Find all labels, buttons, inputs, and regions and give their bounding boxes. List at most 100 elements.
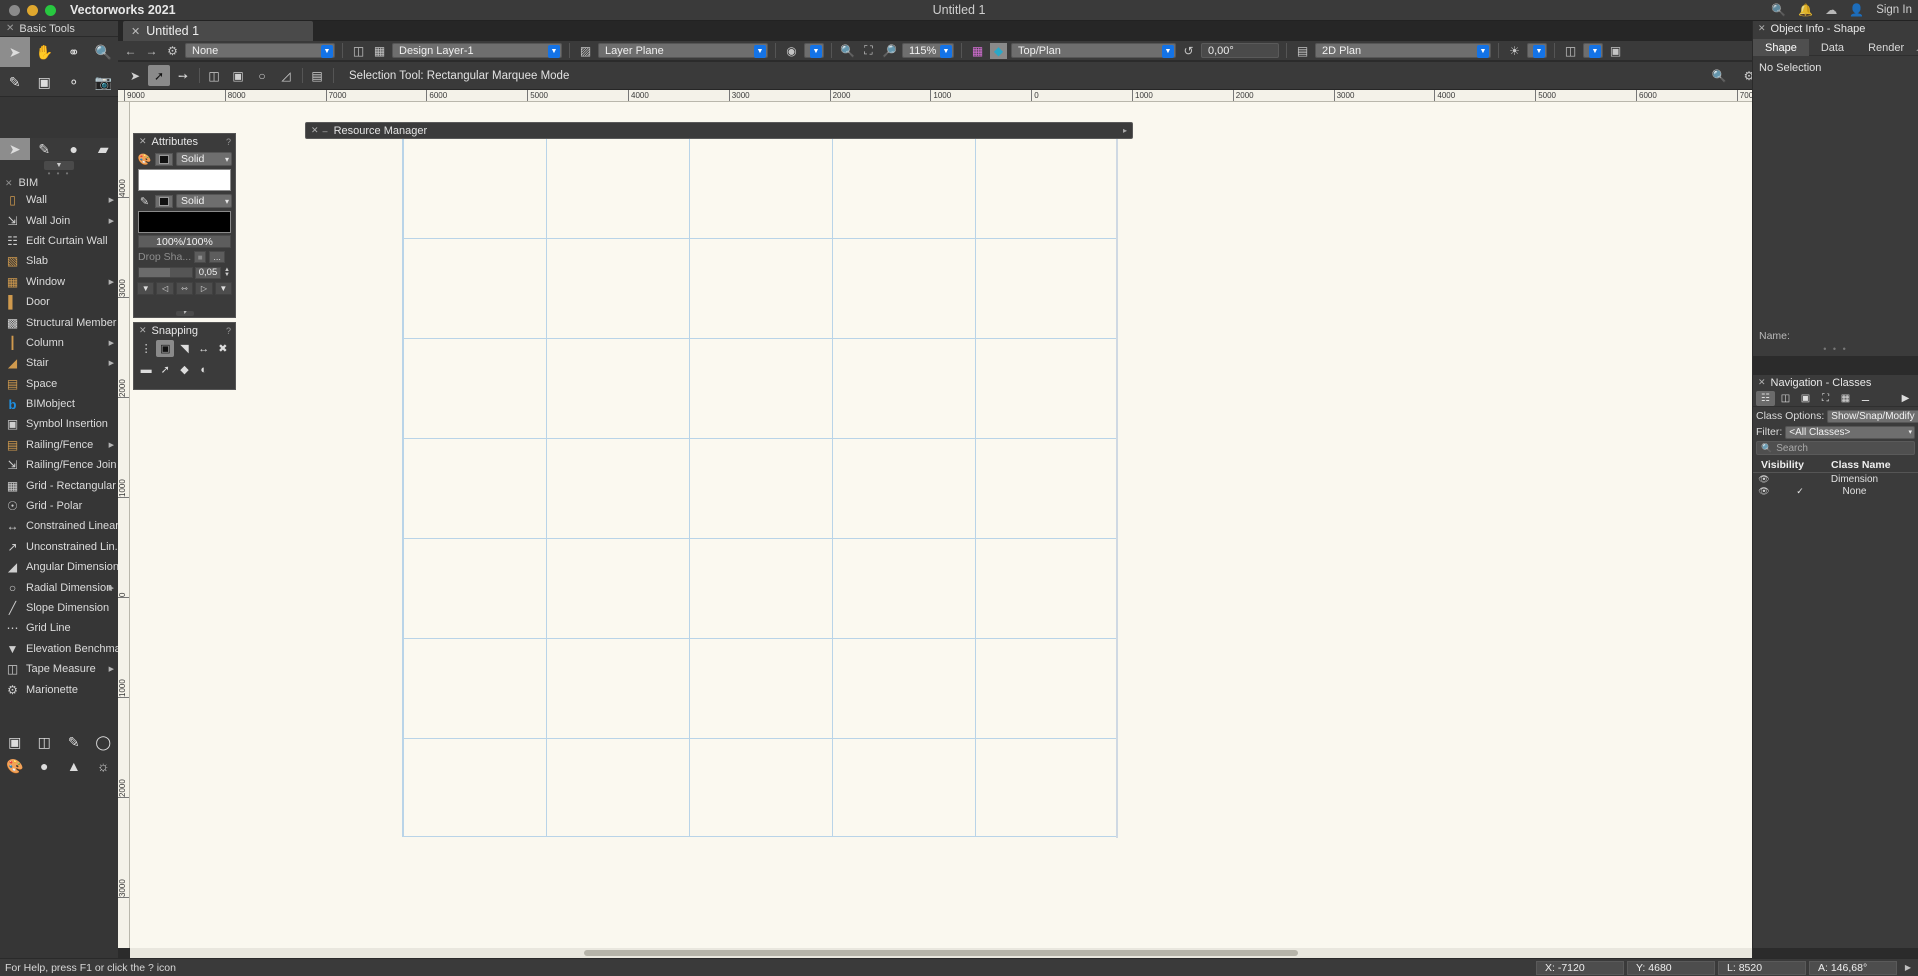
snap-angle-icon[interactable]: ◥ — [175, 340, 193, 357]
line-weight-slider[interactable] — [138, 267, 193, 278]
rect-marquee-icon[interactable]: ➚ — [148, 65, 170, 86]
close-icon[interactable]: ✕ — [6, 23, 14, 34]
selection-eye-icon[interactable]: ➤ — [0, 138, 30, 160]
fill-style-dropdown[interactable]: Solid ▾ — [176, 152, 232, 166]
pen-color-swatch[interactable] — [138, 211, 231, 233]
unified-view-dropdown[interactable]: ▼ — [804, 43, 824, 58]
plane-dropdown[interactable]: Layer Plane ▼ — [598, 43, 768, 58]
pen-icon[interactable]: ✎ — [30, 138, 60, 160]
view-dropdown[interactable]: Top/Plan ▼ — [1011, 43, 1176, 58]
class-options-dropdown[interactable]: Show/Snap/Modify O... ▾ — [1827, 409, 1918, 423]
classes-icon[interactable]: ☷ — [1756, 390, 1775, 406]
tab-render[interactable]: Render — [1856, 39, 1916, 56]
marquee-select-icon[interactable]: ➤ — [124, 65, 146, 86]
filter-dropdown[interactable]: <All Classes> ▾ — [1785, 425, 1915, 439]
close-icon[interactable]: ✕ — [139, 136, 147, 147]
magnifier-icon[interactable]: 🔎 — [881, 43, 898, 59]
palette-resize-handle[interactable]: ▾ — [134, 309, 235, 317]
chevron-right-icon[interactable]: ▶ — [109, 278, 114, 286]
snap-object-icon[interactable]: ▣ — [156, 340, 175, 357]
pen-tool-icon[interactable]: ✎ — [59, 730, 89, 754]
tab-shape[interactable]: Shape — [1753, 39, 1809, 56]
hand-icon[interactable]: ✋ — [30, 37, 60, 67]
paint-bucket-icon[interactable]: ● — [59, 138, 89, 160]
pointer-icon[interactable]: ➤ — [0, 37, 30, 67]
rotation-field[interactable]: 0,00° — [1201, 43, 1279, 58]
layer-dropdown[interactable]: Design Layer-1 ▼ — [392, 43, 562, 58]
chevron-down-icon[interactable]: ▼ — [1533, 45, 1545, 58]
chevron-right-icon[interactable]: ▶ — [109, 359, 114, 367]
render-dropdown[interactable]: 2D Plan ▼ — [1315, 43, 1491, 58]
marker-menu-button[interactable]: ▼ — [137, 282, 155, 295]
snap-intersection-icon[interactable]: ✖ — [214, 340, 232, 357]
chevron-right-icon[interactable]: ▶ — [109, 217, 114, 225]
bim-tool-grid-rectangular[interactable]: ▦ Grid - Rectangular — [0, 475, 118, 495]
bim-tool-symbol-insertion[interactable]: ▣ Symbol Insertion — [0, 414, 118, 434]
visibility-eye-icon[interactable]: 👁 — [1753, 486, 1775, 497]
bim-tool-unconstrained-lin[interactable]: ↗ Unconstrained Lin... — [0, 537, 123, 557]
close-icon[interactable]: ✕ — [311, 125, 319, 136]
bim-tool-window[interactable]: ▦ Window ▶ — [0, 272, 118, 292]
coordinate-x[interactable]: X: -7120 — [1536, 960, 1624, 975]
drop-shadow-checkbox[interactable]: ■ — [194, 251, 207, 263]
lighting-dropdown[interactable]: ▼ — [1527, 43, 1547, 58]
attribute-mapping-icon[interactable]: ▰ — [89, 138, 119, 160]
render-mode-icon[interactable]: ▤ — [1294, 43, 1311, 59]
chevron-right-icon[interactable]: ▶ — [109, 665, 114, 673]
walkthrough-icon[interactable]: ▲ — [59, 754, 89, 778]
references-icon[interactable]: ⚊ — [1856, 391, 1875, 406]
drop-shadow-options-button[interactable]: ... — [209, 251, 226, 263]
sheet-icon[interactable]: ▣ — [1607, 43, 1624, 59]
pen-swatch[interactable] — [155, 194, 173, 208]
zoom-tool-icon[interactable]: 🔍 — [1708, 65, 1730, 86]
arrow-left-icon[interactable]: ← — [122, 43, 139, 59]
eyedropper-icon[interactable]: ✎ — [0, 67, 30, 97]
search-input[interactable]: 🔍 Search — [1756, 441, 1915, 455]
bim-tool-railing-fence[interactable]: ▤ Railing/Fence ▶ — [0, 435, 118, 455]
coordinate-l[interactable]: L: 8520 — [1718, 960, 1806, 975]
both-markers-button[interactable]: ⇿ — [175, 282, 194, 295]
bim-tool-door[interactable]: ▌ Door — [0, 292, 118, 312]
lasso-marquee-icon[interactable]: ➙ — [172, 65, 194, 86]
working-plane-icon[interactable]: ▨ — [577, 43, 594, 59]
camera-icon[interactable]: 📷 — [89, 67, 119, 97]
polygon-select-icon[interactable]: ◿ — [275, 65, 297, 86]
bim-tool-angular-dimension[interactable]: ◢ Angular Dimension — [0, 557, 119, 577]
bim-tool-constrained-linear[interactable]: ↔ Constrained Linear... — [0, 516, 128, 536]
display-icon[interactable]: ◫ — [1562, 43, 1579, 59]
chevron-right-icon[interactable]: ▶ — [109, 584, 114, 592]
end-marker-button[interactable]: ▷ — [195, 282, 213, 295]
sphere-icon[interactable]: ● — [30, 754, 60, 778]
chevron-down-icon[interactable]: ▼ — [754, 45, 766, 58]
horizontal-scrollbar[interactable] — [130, 948, 1752, 958]
bell-icon[interactable]: 🔔 — [1798, 3, 1813, 17]
stepper-icon[interactable]: ▾ — [221, 155, 229, 164]
render-icon[interactable]: ▣ — [0, 730, 30, 754]
snap-distance-icon[interactable]: ↔ — [195, 340, 213, 357]
bim-tool-elevation-benchma[interactable]: ▼ Elevation Benchma... — [0, 639, 130, 659]
snap-smart-point-icon[interactable]: ▬ — [137, 361, 155, 378]
close-icon[interactable]: ✕ — [1758, 377, 1766, 388]
close-icon[interactable]: ✕ — [1758, 23, 1766, 34]
resource-manager-bar[interactable]: ✕ – Resource Manager ▸ — [305, 122, 1133, 139]
bim-tool-structural-member[interactable]: ▩ Structural Member — [0, 312, 118, 332]
arrow-right-icon[interactable]: → — [143, 43, 160, 59]
bim-tool-railing-fence-join[interactable]: ⇲ Railing/Fence Join — [0, 455, 118, 475]
zoom-dropdown[interactable]: 115% ▼ — [902, 43, 954, 58]
snap-constrain-icon[interactable]: ◆ — [175, 361, 193, 378]
help-icon[interactable]: ? — [226, 137, 231, 147]
layer-stack-icon[interactable]: ◫ — [350, 43, 367, 59]
zoom-selection-icon[interactable]: 🔍 — [839, 43, 856, 59]
chevron-down-icon[interactable]: ▼ — [321, 45, 333, 58]
vertical-ruler[interactable]: 4000 3000 2000 1000 0 1000 2000 3000 4000 — [118, 102, 130, 948]
flyover-icon[interactable]: ⚬ — [59, 67, 89, 97]
resize-grip-icon[interactable]: ▸ — [1120, 125, 1130, 137]
display-dropdown[interactable]: ▼ — [1583, 43, 1603, 58]
minimize-icon[interactable]: – — [323, 126, 328, 136]
signin-button[interactable]: Sign In — [1876, 4, 1912, 16]
bim-tool-slope-dimension[interactable]: ╱ Slope Dimension — [0, 598, 118, 618]
coordinate-a[interactable]: A: 146,68° — [1809, 960, 1897, 975]
line-weight-stepper[interactable]: ▲ ▼ — [223, 267, 231, 279]
chevron-down-icon[interactable]: ▼ — [1162, 45, 1174, 58]
chevron-right-icon[interactable]: ▶ — [109, 196, 114, 204]
